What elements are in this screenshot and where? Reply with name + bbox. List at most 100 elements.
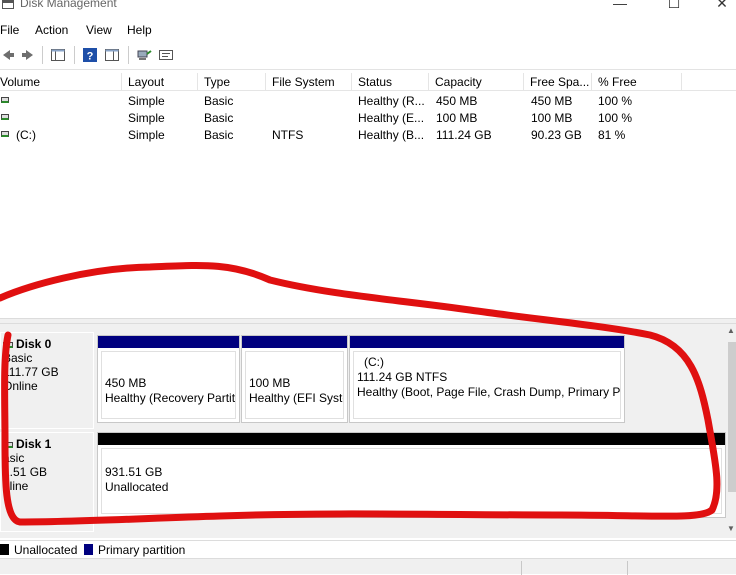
partition-info: 450 MB Healthy (Recovery Partit	[101, 351, 236, 419]
settings-icon[interactable]	[158, 47, 174, 63]
type-cell: Basic	[204, 128, 234, 142]
table-row[interactable]: Simple Basic Healthy (E... 100 MB 100 MB…	[0, 110, 736, 127]
partition-status: Healthy (EFI Syste	[249, 391, 344, 405]
partition-status: Healthy (Boot, Page File, Crash Dump, Pr…	[357, 385, 621, 399]
minimize-button[interactable]: —	[610, 0, 630, 12]
disk-size: 111.77 GB	[3, 365, 59, 379]
free-space-cell: 100 MB	[531, 111, 573, 125]
type-cell: Basic	[204, 111, 234, 125]
drive-icon	[1, 114, 9, 120]
column-header-percent-free[interactable]: % Free	[596, 75, 676, 91]
vertical-scrollbar[interactable]: ▲ ▼	[726, 324, 736, 538]
partition-title: (C:)	[364, 355, 384, 369]
partition-size: 931.51 GB	[105, 465, 163, 479]
menu-action[interactable]: Action	[35, 23, 68, 37]
column-header-capacity[interactable]: Capacity	[433, 75, 521, 91]
table-row[interactable]: Simple Basic Healthy (R... 450 MB 450 MB…	[0, 93, 736, 110]
column-header-volume[interactable]: Volume	[0, 75, 122, 91]
primary-partition-bar	[98, 336, 239, 348]
partition-status: Unallocated	[105, 480, 169, 494]
column-header-layout[interactable]: Layout	[126, 75, 196, 91]
title-bar: Disk Management — ☐ ✕	[0, 0, 736, 20]
capacity-cell: 100 MB	[436, 111, 478, 125]
column-divider[interactable]	[591, 73, 592, 91]
column-header-type[interactable]: Type	[202, 75, 262, 91]
volume-cell: (C:)	[16, 128, 36, 142]
layout-cell: Simple	[128, 94, 165, 108]
partition-recovery[interactable]: 450 MB Healthy (Recovery Partit	[97, 335, 240, 423]
scroll-up-icon[interactable]: ▲	[726, 326, 736, 335]
column-header-file-system[interactable]: File System	[270, 75, 350, 91]
column-divider[interactable]	[197, 73, 198, 91]
column-header-status[interactable]: Status	[356, 75, 426, 91]
status-cell: Healthy (B...	[358, 128, 425, 142]
properties-icon[interactable]	[104, 47, 120, 63]
connect-icon[interactable]	[136, 47, 152, 63]
partition-unallocated[interactable]: 931.51 GB Unallocated	[97, 432, 726, 518]
drive-icon	[1, 97, 9, 103]
primary-partition-swatch	[84, 544, 93, 555]
unallocated-bar	[98, 433, 725, 445]
partition-size: 450 MB	[105, 376, 147, 390]
toolbar-separator	[74, 46, 75, 64]
menu-view[interactable]: View	[86, 23, 112, 37]
layout-cell: Simple	[128, 128, 165, 142]
percent-free-cell: 100 %	[598, 94, 633, 108]
status-cell: Healthy (R...	[358, 94, 425, 108]
help-icon[interactable]: ?	[82, 47, 98, 63]
console-tree-icon[interactable]	[50, 47, 66, 63]
file-system-cell: NTFS	[272, 128, 304, 142]
capacity-cell: 450 MB	[436, 94, 478, 108]
status-bar-divider	[521, 561, 522, 575]
forward-arrow-icon[interactable]	[20, 47, 36, 63]
partition-size: 100 MB	[249, 376, 291, 390]
maximize-button[interactable]: ☐	[664, 0, 684, 12]
capacity-cell: 111.24 GB	[436, 128, 492, 142]
disk-name: Disk 1	[16, 437, 52, 451]
disk-type: asic	[3, 451, 25, 465]
window-title: Disk Management	[20, 0, 117, 10]
close-button[interactable]: ✕	[712, 0, 732, 12]
disk-0-label[interactable]: Disk 0 Basic 111.77 GB Online	[0, 332, 94, 429]
menu-help[interactable]: Help	[127, 23, 152, 37]
legend-primary-partition-label: Primary partition	[98, 543, 186, 557]
status-cell: Healthy (E...	[358, 111, 425, 125]
disk-management-app-icon	[2, 0, 14, 9]
disk-icon	[3, 441, 13, 448]
scroll-down-icon[interactable]: ▼	[726, 524, 736, 533]
unallocated-swatch	[0, 544, 9, 555]
column-divider[interactable]	[121, 73, 122, 91]
column-divider[interactable]	[681, 73, 682, 91]
column-divider[interactable]	[428, 73, 429, 91]
primary-partition-bar	[242, 336, 347, 348]
status-bar	[0, 558, 736, 575]
type-cell: Basic	[204, 94, 234, 108]
legend-unallocated-label: Unallocated	[14, 543, 78, 557]
partition-status: Healthy (Recovery Partit	[105, 391, 236, 405]
svg-text:?: ?	[87, 51, 94, 63]
disk-1-label[interactable]: Disk 1 asic 1.51 GB nline	[0, 432, 94, 532]
percent-free-cell: 100 %	[598, 111, 633, 125]
disk-state: nline	[3, 479, 29, 493]
menu-file[interactable]: File	[0, 23, 19, 37]
disk-name: Disk 0	[16, 337, 52, 351]
toolbar-separator	[42, 46, 43, 64]
partition-efi[interactable]: 100 MB Healthy (EFI Syste	[241, 335, 348, 423]
table-row[interactable]: (C:) Simple Basic NTFS Healthy (B... 111…	[0, 127, 736, 144]
scrollbar-thumb[interactable]	[728, 342, 736, 492]
disk-state: Online	[3, 379, 38, 393]
column-divider[interactable]	[351, 73, 352, 91]
back-arrow-icon[interactable]	[0, 47, 16, 63]
column-header-free-space[interactable]: Free Spa...	[528, 75, 590, 91]
drive-icon	[1, 131, 9, 137]
toolbar: ?	[0, 40, 736, 70]
column-divider[interactable]	[523, 73, 524, 91]
partition-info: (C:) 111.24 GB NTFS Healthy (Boot, Page …	[353, 351, 621, 419]
disk-type: Basic	[3, 351, 33, 365]
layout-cell: Simple	[128, 111, 165, 125]
partition-title	[105, 361, 235, 376]
status-bar-divider	[627, 561, 628, 575]
legend: Unallocated Primary partition	[0, 540, 736, 558]
column-divider[interactable]	[265, 73, 266, 91]
partition-c-drive[interactable]: (C:) 111.24 GB NTFS Healthy (Boot, Page …	[349, 335, 625, 423]
